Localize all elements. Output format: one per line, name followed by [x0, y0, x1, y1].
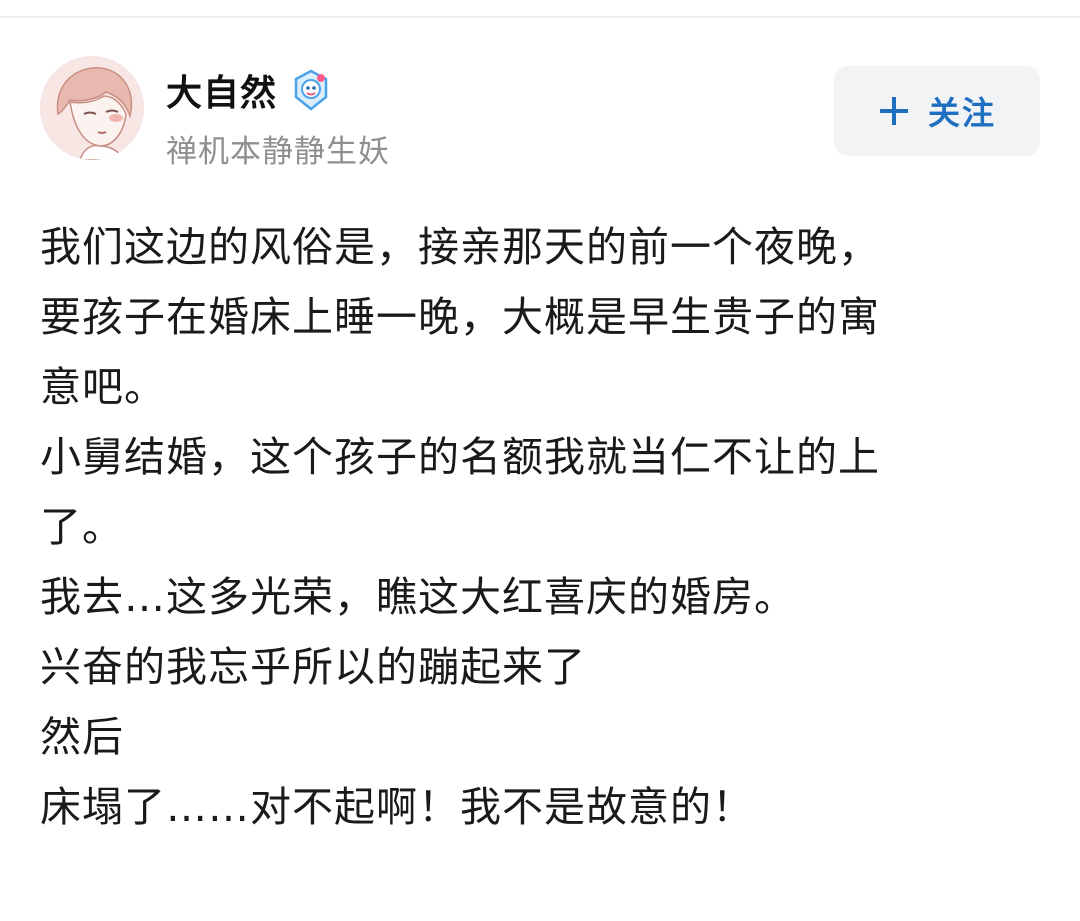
avatar[interactable] [40, 56, 144, 160]
member-badge-icon[interactable] [289, 68, 333, 112]
post-line: 我们这边的风俗是，接亲那天的前一个夜晚， [40, 223, 880, 271]
post-header: 大自然 禅机本静静生妖 关注 [40, 56, 1040, 170]
post-line: 兴奋的我忘乎所以的蹦起来了 [40, 643, 586, 691]
post-line: 要孩子在婚床上睡一晚，大概是早生贵子的寓 [40, 293, 880, 341]
top-divider [0, 16, 1080, 18]
follow-button-label: 关注 [927, 94, 996, 132]
post-line: 我去…这多光荣，瞧这大红喜庆的婚房。 [40, 573, 796, 621]
user-bio: 禅机本静静生妖 [166, 134, 390, 170]
plus-icon [879, 97, 908, 125]
post-line: 然后 [40, 713, 124, 761]
follow-button[interactable]: 关注 [834, 66, 1040, 156]
username[interactable]: 大自然 [166, 64, 277, 116]
post-line: 小舅结婚，这个孩子的名额我就当仁不让的上 [40, 433, 880, 481]
avatar-illustration-icon [40, 56, 144, 160]
post-body: 我们这边的风俗是，接亲那天的前一个夜晚， 要孩子在婚床上睡一晚，大概是早生贵子的… [40, 212, 1050, 842]
name-row: 大自然 [166, 66, 333, 114]
post-line: 床塌了……对不起啊！我不是故意的！ [40, 783, 754, 831]
weibo-post-page: 大自然 禅机本静静生妖 关注 我们这边的风俗是，接亲那天的前一个夜晚， 要孩子在… [0, 0, 1080, 921]
post-line: 了。 [40, 503, 124, 551]
post-line: 意吧。 [40, 363, 166, 411]
